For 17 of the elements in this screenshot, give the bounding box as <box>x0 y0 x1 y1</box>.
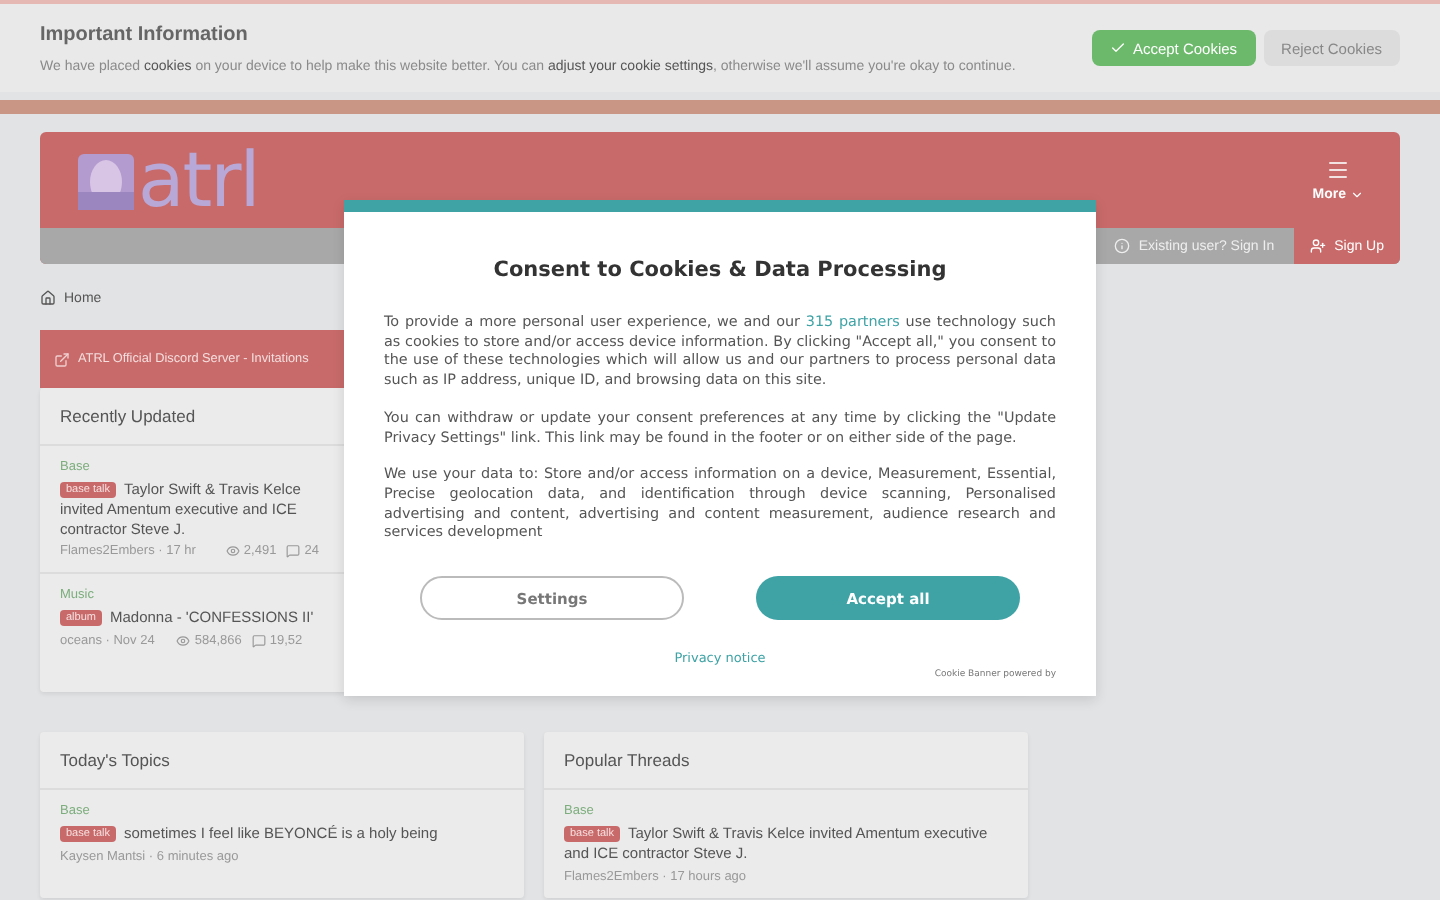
eye-icon <box>225 544 240 559</box>
card-title: Popular Threads <box>544 732 1028 790</box>
check-icon <box>1110 40 1127 56</box>
speech-bubble-icon <box>251 634 266 648</box>
speech-bubble-icon <box>286 544 301 559</box>
user-plus-icon <box>1310 238 1327 254</box>
logo-picture-icon <box>76 148 136 212</box>
card-title: Today's Topics <box>40 732 524 790</box>
chevron-down-icon <box>1350 188 1364 202</box>
home-icon <box>40 290 56 306</box>
menu-icon[interactable] <box>1326 158 1351 182</box>
info-icon <box>1114 238 1131 254</box>
site-logo[interactable]: atrl <box>138 142 259 218</box>
banner-title: Important Information <box>40 23 250 45</box>
dialog-title: Consent to Cookies & Data Processing <box>491 258 949 282</box>
external-link-icon <box>54 351 70 367</box>
eye-icon <box>176 634 191 648</box>
